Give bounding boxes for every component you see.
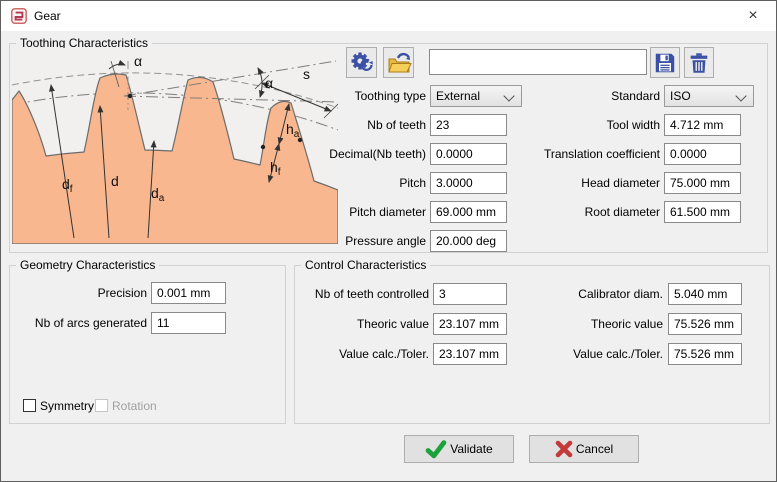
rotation-label: Rotation [112,399,157,413]
app-logo-2-icon [11,8,27,24]
cancel-button-label: Cancel [576,442,613,456]
cancel-button[interactable]: Cancel [529,435,639,463]
pressure-angle-input[interactable] [430,230,507,252]
theoric-value-left-label: Theoric value [297,313,429,335]
calibrator-diam-input[interactable] [668,283,742,305]
red-x-icon [555,440,573,458]
generate-button[interactable] [346,47,377,78]
validate-button[interactable]: Validate [404,435,514,463]
gear-name-input[interactable] [429,49,647,75]
control-group-title: Control Characteristics [301,258,430,272]
validate-button-label: Validate [450,442,492,456]
precision-input[interactable] [151,282,226,304]
pitch-diameter-label: Pitch diameter [296,201,426,223]
save-disk-icon [653,51,677,75]
nb-arcs-input[interactable] [151,312,226,334]
diagram-label-alpha-2: α [265,75,273,91]
diagram-label-s: s [303,66,310,82]
toothing-type-value: External [436,89,480,103]
nb-teeth-controlled-label: Nb of teeth controlled [297,283,429,305]
calibrator-diam-label: Calibrator diam. [529,283,663,305]
decimal-nb-teeth-label: Decimal(Nb teeth) [296,143,426,165]
standard-value: ISO [670,89,691,103]
root-diameter-input[interactable] [664,201,741,223]
pitch-input[interactable] [430,172,507,194]
pitch-label: Pitch [296,172,426,194]
standard-label: Standard [510,85,660,107]
nb-teeth-input[interactable] [430,114,507,136]
head-diameter-input[interactable] [664,172,741,194]
rotation-checkbox [95,399,108,412]
pitch-diameter-input[interactable] [430,201,507,223]
gear-dialog: Gear × Toothing Characteristics [0,0,777,482]
trash-icon [687,51,711,75]
diagram-label-d: d [111,173,119,189]
value-calc-toler-left-input[interactable] [433,343,507,365]
standard-select[interactable]: ISO [664,85,754,107]
value-calc-toler-right-input[interactable] [668,343,742,365]
save-button[interactable] [650,47,680,78]
value-calc-toler-left-label: Value calc./Toler. [297,343,429,365]
toothing-type-label: Toothing type [296,85,426,107]
window-title: Gear [34,9,61,23]
decimal-nb-teeth-input[interactable] [430,143,507,165]
translation-coefficient-input[interactable] [664,143,741,165]
gear-refresh-icon [349,50,375,76]
nb-arcs-label: Nb of arcs generated [11,312,147,334]
green-check-icon [425,440,447,459]
translation-coefficient-label: Translation coefficient [510,143,660,165]
delete-button[interactable] [684,47,714,78]
title-bar: Gear × [1,1,776,31]
toothing-type-select[interactable]: External [430,85,522,107]
pressure-angle-label: Pressure angle [296,230,426,252]
theoric-value-left-input[interactable] [433,313,507,335]
close-icon[interactable]: × [736,3,770,29]
diagram-label-alpha-1: α [134,53,142,69]
nb-teeth-controlled-input[interactable] [433,283,507,305]
open-button[interactable] [383,47,414,78]
tool-width-label: Tool width [510,114,660,136]
tool-width-input[interactable] [664,114,741,136]
theoric-value-right-input[interactable] [668,313,742,335]
symmetry-label: Symmetry [40,399,94,413]
geometry-group-title: Geometry Characteristics [16,258,159,272]
value-calc-toler-right-label: Value calc./Toler. [529,343,663,365]
open-folder-icon [386,50,412,76]
chevron-down-icon [735,90,746,101]
theoric-value-right-label: Theoric value [529,313,663,335]
head-diameter-label: Head diameter [510,172,660,194]
nb-teeth-label: Nb of teeth [296,114,426,136]
gear-diagram: α α s ha hf df d da [12,48,338,244]
precision-label: Precision [11,282,147,304]
symmetry-checkbox[interactable] [23,399,36,412]
root-diameter-label: Root diameter [510,201,660,223]
